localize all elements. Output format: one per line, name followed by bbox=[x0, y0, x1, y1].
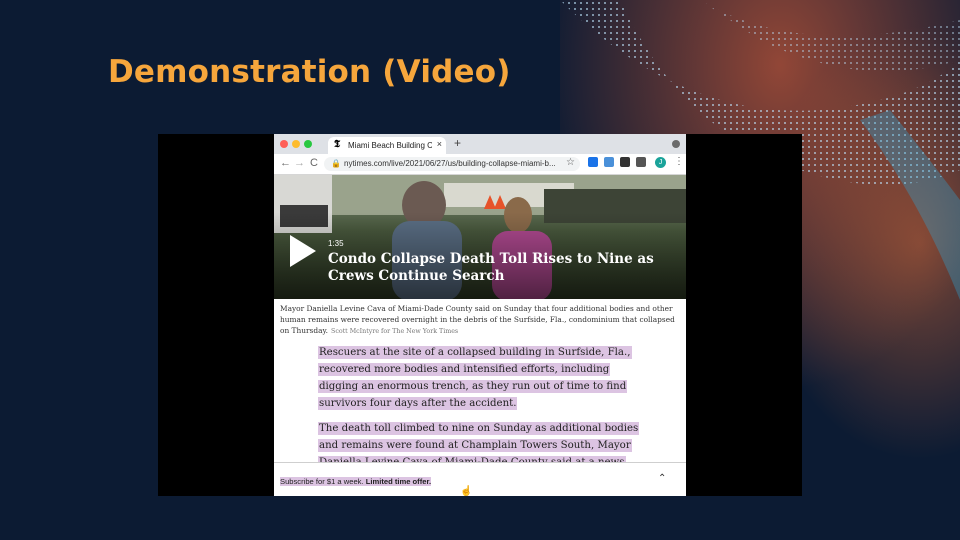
reload-button[interactable]: C bbox=[310, 157, 318, 169]
forward-button[interactable]: → bbox=[294, 157, 305, 169]
article-paragraph-1: Rescuers at the site of a collapsed buil… bbox=[318, 344, 648, 412]
window-close-button[interactable] bbox=[280, 140, 288, 148]
bookmark-star-icon[interactable]: ☆ bbox=[566, 157, 575, 168]
subscribe-offer: Limited time offer. bbox=[365, 477, 432, 486]
subscribe-banner[interactable]: Subscribe for $1 a week. Limited time of… bbox=[274, 462, 686, 496]
chevron-up-icon[interactable]: ⌃ bbox=[658, 473, 666, 484]
browser-toolbar: ← → C 🔒 nytimes.com/live/2021/06/27/us/b… bbox=[274, 154, 686, 175]
lock-icon: 🔒 bbox=[331, 159, 341, 168]
photo-caption: Mayor Daniella Levine Cava of Miami-Dade… bbox=[280, 303, 680, 337]
new-tab-button[interactable]: + bbox=[454, 136, 461, 150]
profile-avatar[interactable]: J bbox=[655, 157, 666, 168]
play-icon[interactable] bbox=[288, 235, 316, 267]
address-bar[interactable]: 🔒 nytimes.com/live/2021/06/27/us/buildin… bbox=[324, 157, 580, 171]
video-headline[interactable]: Condo Collapse Death Toll Rises to Nine … bbox=[328, 251, 668, 285]
url-text: nytimes.com/live/2021/06/27/us/building-… bbox=[344, 159, 556, 168]
browser-window: 𝕿 Miami Beach Building Collapse × + ← → … bbox=[274, 134, 686, 496]
highlighted-text: Rescuers at the site of a collapsed buil… bbox=[318, 346, 632, 410]
subscribe-price: Subscribe for $1 a week. bbox=[280, 477, 364, 486]
extension-u-icon[interactable] bbox=[588, 157, 598, 167]
caption-credit: Scott McIntyre for The New York Times bbox=[331, 328, 459, 335]
tab-active[interactable]: 𝕿 Miami Beach Building Collapse × bbox=[328, 137, 446, 154]
extension-screen-icon[interactable] bbox=[604, 157, 614, 167]
nyt-favicon-icon: 𝕿 bbox=[334, 139, 341, 150]
slide-title: Demonstration (Video) bbox=[108, 54, 511, 90]
window-minimize-button[interactable] bbox=[292, 140, 300, 148]
window-maximize-button[interactable] bbox=[304, 140, 312, 148]
subscribe-text: Subscribe for $1 a week. Limited time of… bbox=[280, 477, 432, 486]
tab-bar: 𝕿 Miami Beach Building Collapse × + bbox=[274, 134, 686, 154]
tab-title: Miami Beach Building Collapse bbox=[348, 141, 432, 150]
browser-menu-icon[interactable]: ⋮ bbox=[674, 156, 684, 167]
extensions-puzzle-icon[interactable] bbox=[636, 157, 646, 167]
video-duration: 1:35 bbox=[328, 239, 344, 248]
extension-speech-icon[interactable] bbox=[620, 157, 630, 167]
window-close-icon[interactable] bbox=[672, 140, 680, 148]
back-button[interactable]: ← bbox=[280, 157, 291, 169]
mouse-pointer-icon: ☝ bbox=[460, 486, 473, 496]
tab-close-icon[interactable]: × bbox=[437, 139, 442, 149]
video-player[interactable]: 1:35 Condo Collapse Death Toll Rises to … bbox=[274, 175, 686, 299]
video-frame: 𝕿 Miami Beach Building Collapse × + ← → … bbox=[158, 134, 802, 496]
